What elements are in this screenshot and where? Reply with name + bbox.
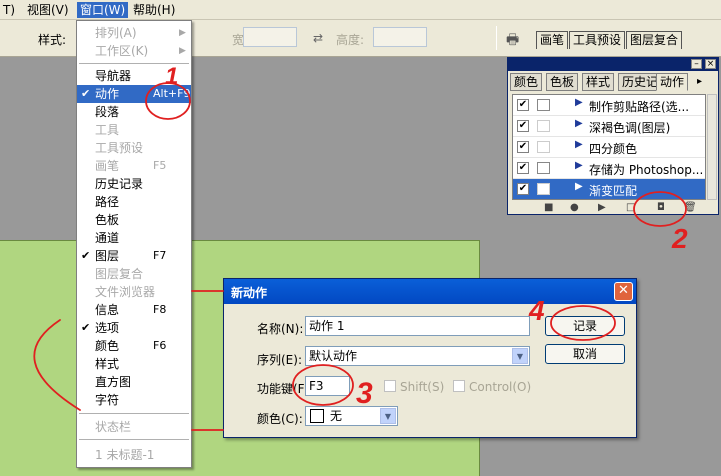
annotation-circle <box>292 364 354 406</box>
annotation-number: 3 <box>356 377 373 410</box>
annotation-arc <box>33 319 81 411</box>
annotation-number: 2 <box>671 223 688 254</box>
annotation-circle <box>550 305 616 341</box>
annotation-circle <box>633 191 687 227</box>
annotation-number: 4 <box>528 295 545 326</box>
annotation-overlay: 1 2 3 4 <box>33 63 688 431</box>
annotation-number: 1 <box>165 63 178 90</box>
